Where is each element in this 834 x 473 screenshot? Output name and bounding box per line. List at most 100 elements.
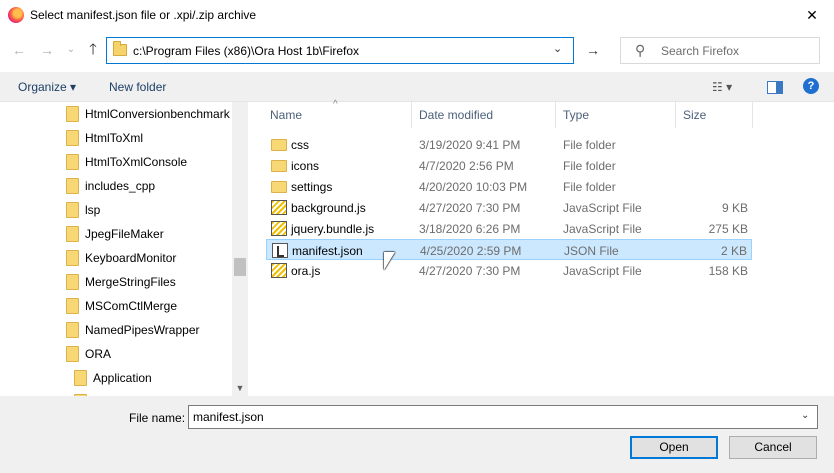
folder-icon	[74, 370, 87, 386]
folder-icon	[66, 274, 79, 290]
js-file-icon	[271, 263, 287, 278]
file-type: JSON File	[564, 244, 619, 258]
tree-item-label: HtmlConversionbenchmark	[85, 107, 230, 121]
file-name: background.js	[291, 201, 366, 215]
go-button[interactable]: →	[580, 37, 606, 64]
folder-icon	[66, 298, 79, 314]
search-icon: ⚲	[635, 42, 646, 58]
folder-icon	[66, 106, 79, 122]
tree-item-label: NamedPipesWrapper	[85, 323, 200, 337]
organize-button[interactable]: Organize ▾	[18, 80, 76, 94]
folder-icon	[66, 202, 79, 218]
arrow-right-icon: →	[586, 42, 600, 58]
file-date: 4/20/2020 10:03 PM	[419, 180, 528, 194]
chevron-down-icon[interactable]: ⌄	[801, 410, 809, 421]
new-folder-button[interactable]: New folder	[109, 80, 166, 94]
tree-item-label: MSComCtlMerge	[85, 299, 178, 313]
file-date: 4/27/2020 7:30 PM	[419, 201, 521, 215]
open-button[interactable]: Open	[630, 436, 718, 459]
file-name: manifest.json	[292, 244, 363, 258]
folder-icon	[271, 160, 287, 172]
back-arrow-icon: ←	[12, 42, 26, 58]
address-path[interactable]: c:\Program Files (x86)\Ora Host 1b\Firef…	[133, 44, 359, 58]
file-name: settings	[291, 180, 333, 194]
file-row[interactable]: settings 4/20/2020 10:03 PM File folder	[266, 176, 752, 197]
scroll-down-icon[interactable]: ▼	[232, 380, 248, 396]
file-row[interactable]: css 3/19/2020 9:41 PM File folder	[266, 134, 752, 155]
tree-scrollbar-thumb[interactable]	[234, 258, 246, 276]
filename-label: File name:	[129, 411, 186, 425]
chevron-down-icon: ⌄	[66, 44, 76, 55]
folder-icon	[271, 139, 287, 151]
firefox-icon	[8, 7, 24, 23]
forward-button[interactable]: →	[38, 40, 56, 60]
file-type: File folder	[563, 180, 616, 194]
up-arrow-icon: 🡑	[89, 41, 97, 58]
tree-item-label: includes_cpp	[85, 179, 156, 193]
close-button[interactable]: ✕	[790, 0, 834, 30]
file-size: 158 KB	[708, 264, 748, 278]
file-name: jquery.bundle.js	[291, 222, 375, 236]
file-type: JavaScript File	[563, 264, 642, 278]
recent-locations-button[interactable]: ⌄	[62, 40, 80, 60]
file-row[interactable]: icons 4/7/2020 2:56 PM File folder	[266, 155, 752, 176]
folder-icon	[66, 250, 79, 266]
file-row[interactable]: jquery.bundle.js 3/18/2020 6:26 PM JavaS…	[266, 218, 752, 239]
tree-item-label: KeyboardMonitor	[85, 251, 177, 265]
navigation-tree[interactable]: HtmlConversionbenchmark HtmlToXml HtmlTo…	[0, 102, 248, 396]
search-input[interactable]: ⚲ Search Firefox	[620, 37, 820, 64]
cancel-button[interactable]: Cancel	[729, 436, 817, 459]
file-type: File folder	[563, 159, 616, 173]
folder-icon	[66, 322, 79, 338]
view-options-icon[interactable]: ☷ ▾	[712, 80, 732, 94]
folder-icon	[66, 154, 79, 170]
close-icon: ✕	[806, 7, 818, 23]
help-icon[interactable]: ?	[803, 78, 819, 94]
folder-icon	[66, 178, 79, 194]
file-size: 2 KB	[720, 244, 747, 258]
file-name: icons	[291, 159, 320, 173]
back-button[interactable]: ←	[10, 40, 28, 60]
tree-item-label: MergeStringFiles	[85, 275, 176, 289]
folder-icon	[271, 181, 287, 193]
tree-scrollbar[interactable]	[232, 102, 248, 396]
js-file-icon	[271, 221, 287, 236]
file-row-selected[interactable]: manifest.json 4/25/2020 2:59 PM JSON Fil…	[266, 239, 752, 260]
tree-item-label: Application	[93, 371, 152, 385]
forward-arrow-icon: →	[40, 42, 54, 58]
file-type: JavaScript File	[563, 201, 642, 215]
file-date: 4/7/2020 2:56 PM	[419, 159, 514, 173]
json-file-icon	[272, 243, 288, 258]
tree-item-label: HtmlToXml	[85, 131, 144, 145]
column-header-name[interactable]: Name	[264, 102, 412, 128]
file-date: 3/18/2020 6:26 PM	[419, 222, 521, 236]
column-header-date[interactable]: Date modified	[413, 102, 556, 128]
file-date: 3/19/2020 9:41 PM	[419, 138, 521, 152]
column-header-size[interactable]: Size	[677, 102, 753, 128]
file-date: 4/25/2020 2:59 PM	[420, 244, 522, 258]
chevron-down-icon[interactable]: ⌄	[553, 42, 562, 55]
file-type: File folder	[563, 138, 616, 152]
window-title: Select manifest.json file or .xpi/.zip a…	[30, 8, 257, 22]
tree-item-label: HtmlToXmlConsole	[85, 155, 188, 169]
column-header-type[interactable]: Type	[557, 102, 676, 128]
folder-icon	[66, 130, 79, 146]
mouse-cursor-icon	[384, 252, 395, 270]
file-size: 275 KB	[708, 222, 748, 236]
preview-pane-icon[interactable]	[767, 81, 783, 94]
tree-item-label: ORA	[85, 347, 112, 361]
folder-icon	[66, 346, 79, 362]
tree-item-label: JpegFileMaker	[85, 227, 164, 241]
js-file-icon	[271, 200, 287, 215]
address-bar[interactable]: c:\Program Files (x86)\Ora Host 1b\Firef…	[106, 37, 574, 64]
search-placeholder: Search Firefox	[661, 44, 740, 58]
folder-icon	[66, 226, 79, 242]
filename-input[interactable]	[188, 405, 818, 429]
file-row[interactable]: background.js 4/27/2020 7:30 PM JavaScri…	[266, 197, 752, 218]
file-size: 9 KB	[721, 201, 748, 215]
file-type: JavaScript File	[563, 222, 642, 236]
folder-icon	[113, 41, 127, 56]
file-date: 4/27/2020 7:30 PM	[419, 264, 521, 278]
up-button[interactable]: 🡑	[84, 40, 102, 60]
file-row[interactable]: ora.js 4/27/2020 7:30 PM JavaScript File…	[266, 260, 752, 281]
